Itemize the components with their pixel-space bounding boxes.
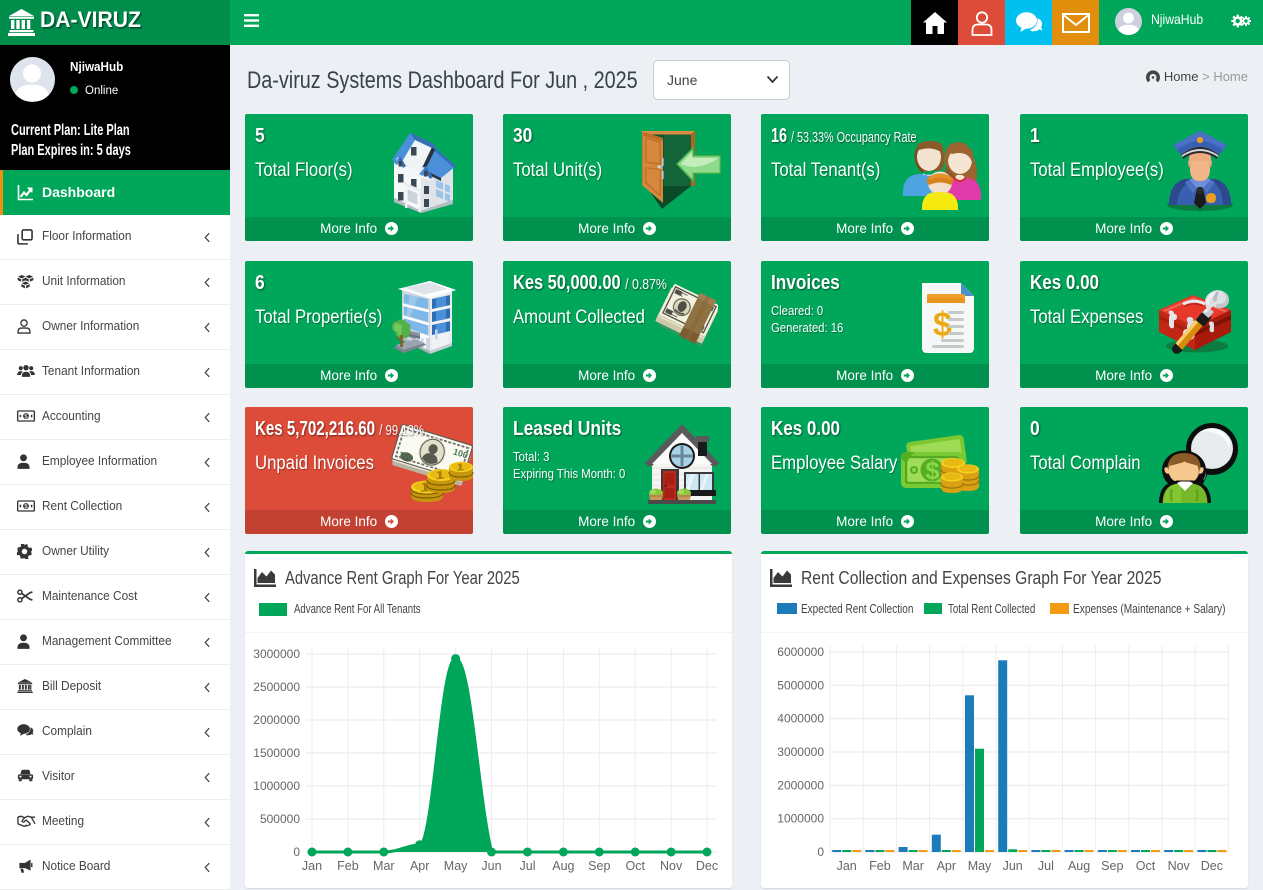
svg-text:Mar: Mar	[902, 859, 924, 873]
svg-text:0: 0	[293, 845, 300, 859]
svg-text:Jun: Jun	[481, 859, 501, 873]
svg-text:1500000: 1500000	[253, 746, 300, 760]
svg-text:2500000: 2500000	[253, 680, 300, 694]
svg-text:Dec: Dec	[696, 859, 718, 873]
svg-text:Sep: Sep	[588, 859, 610, 873]
svg-text:Feb: Feb	[869, 859, 891, 873]
svg-text:Oct: Oct	[1136, 859, 1156, 873]
svg-text:Jul: Jul	[1038, 859, 1054, 873]
svg-text:1000000: 1000000	[253, 779, 300, 793]
svg-text:Oct: Oct	[625, 859, 645, 873]
svg-text:4000000: 4000000	[777, 712, 824, 726]
svg-text:Sep: Sep	[1101, 859, 1123, 873]
svg-text:Jan: Jan	[837, 859, 857, 873]
svg-text:2000000: 2000000	[777, 778, 824, 792]
svg-text:Apr: Apr	[410, 859, 429, 873]
svg-text:Nov: Nov	[660, 859, 683, 873]
svg-text:Dec: Dec	[1201, 859, 1223, 873]
svg-text:Mar: Mar	[373, 859, 395, 873]
svg-text:6000000: 6000000	[777, 645, 824, 659]
svg-text:1000000: 1000000	[777, 812, 824, 826]
svg-text:Jun: Jun	[1003, 859, 1023, 873]
svg-text:May: May	[968, 859, 992, 873]
svg-text:Jan: Jan	[302, 859, 322, 873]
svg-text:3000000: 3000000	[253, 647, 300, 661]
svg-text:Apr: Apr	[937, 859, 956, 873]
svg-text:3000000: 3000000	[777, 745, 824, 759]
svg-text:500000: 500000	[260, 812, 300, 826]
svg-text:5000000: 5000000	[777, 678, 824, 692]
svg-text:Jul: Jul	[520, 859, 536, 873]
svg-text:May: May	[444, 859, 468, 873]
svg-text:2000000: 2000000	[253, 713, 300, 727]
svg-text:Aug: Aug	[1068, 859, 1090, 873]
svg-text:$: $	[926, 457, 940, 485]
svg-text:0: 0	[817, 845, 824, 859]
svg-text:Nov: Nov	[1168, 859, 1191, 873]
svg-text:Feb: Feb	[337, 859, 359, 873]
svg-text:Aug: Aug	[552, 859, 574, 873]
